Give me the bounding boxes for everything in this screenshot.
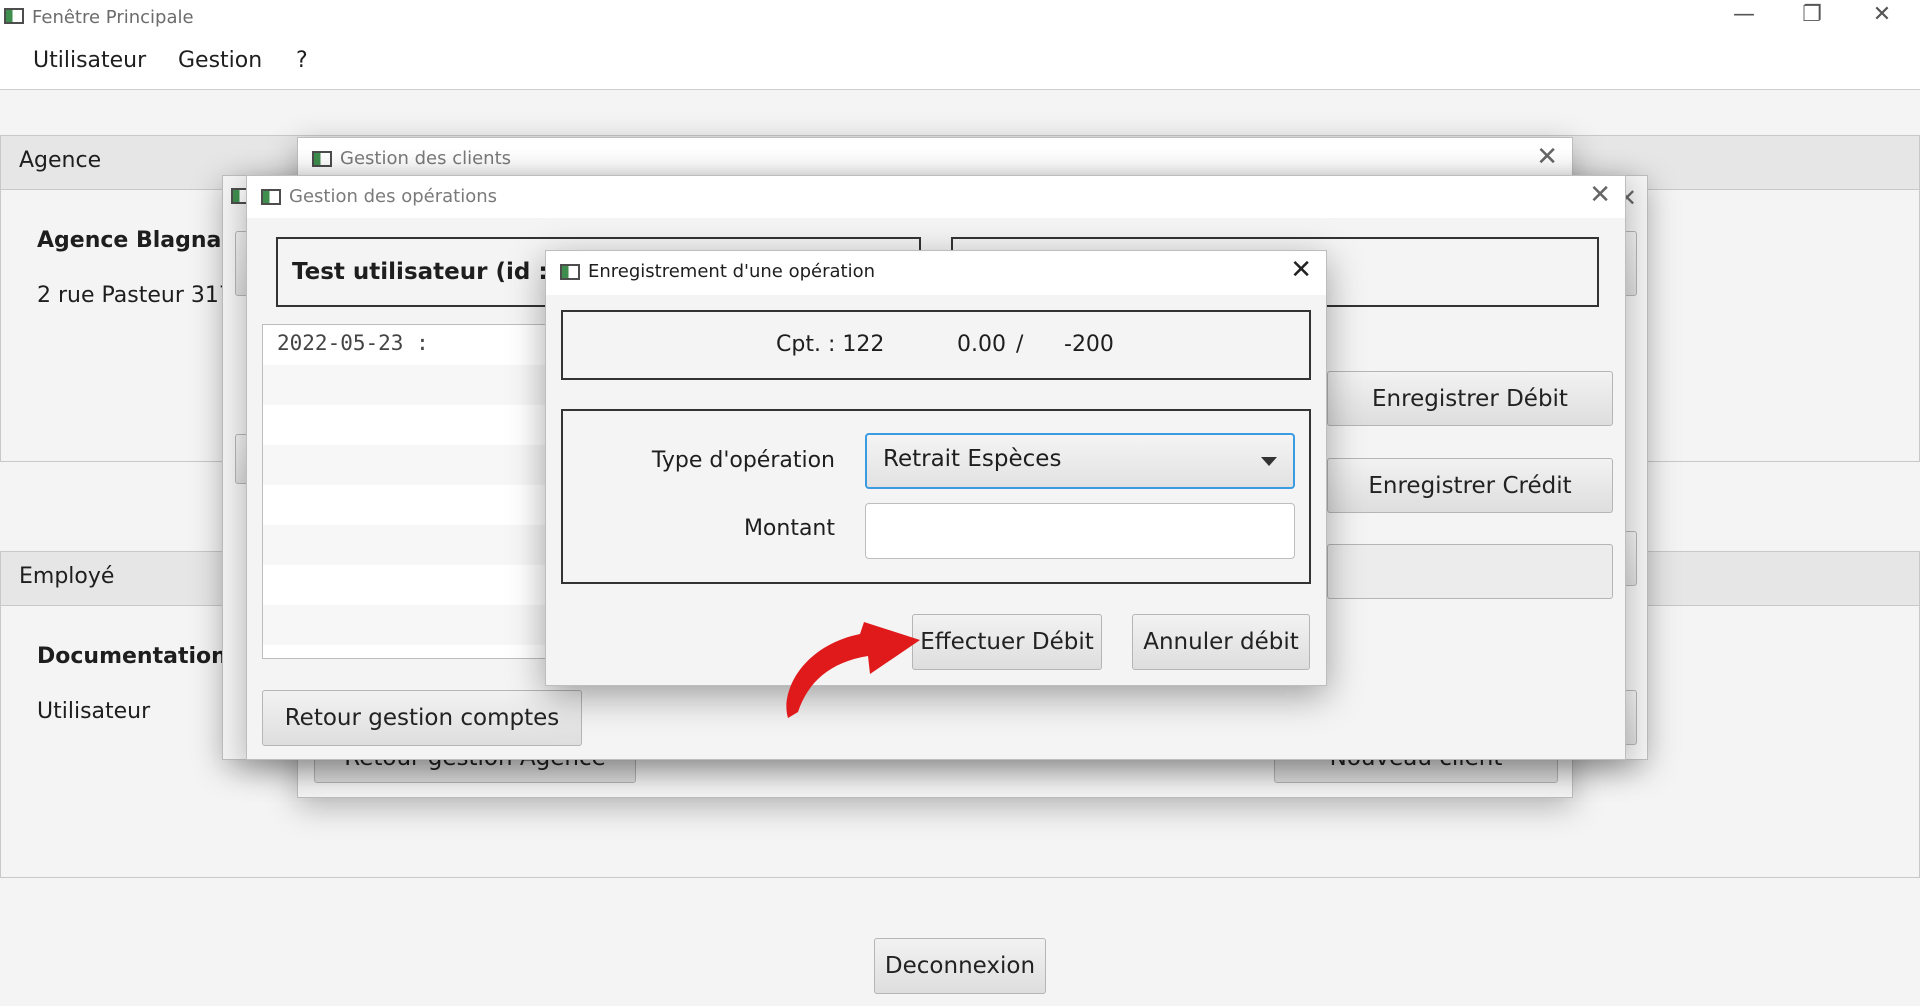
montant-input[interactable] [865, 503, 1295, 559]
menu-help[interactable]: ? [296, 48, 308, 73]
montant-label: Montant [743, 516, 835, 541]
agence-address: 2 rue Pasteur 317 [37, 283, 233, 308]
main-title-bar: Fenêtre Principale — ❐ ✕ [0, 0, 1920, 36]
operations-list[interactable]: 2022-05-23 : [262, 324, 552, 659]
operation-form-box: Type d'opération Retrait Espèces Montant [561, 409, 1311, 584]
operation-dialog: Enregistrement d'une opération ✕ Cpt. : … [545, 250, 1327, 686]
enregistrer-credit-button[interactable]: Enregistrer Crédit [1327, 458, 1613, 513]
clients-window-title: Gestion des clients [340, 148, 512, 169]
enregistrer-debit-button[interactable]: Enregistrer Débit [1327, 371, 1613, 426]
list-item[interactable] [263, 525, 551, 565]
main-window-title: Fenêtre Principale [32, 7, 194, 28]
chevron-down-icon [1261, 457, 1277, 466]
operations-window-title: Gestion des opérations [289, 186, 498, 207]
type-operation-select[interactable]: Retrait Espèces [865, 433, 1295, 489]
close-icon[interactable]: ✕ [1862, 2, 1902, 27]
clients-window-icon [312, 151, 332, 167]
employe-login: Utilisateur [37, 699, 151, 724]
operation-dialog-title: Enregistrement d'une opération [588, 261, 876, 282]
close-icon[interactable]: ✕ [1589, 180, 1611, 210]
employe-role: Documentation [37, 644, 227, 669]
list-item[interactable]: 2022-05-23 : [263, 325, 551, 365]
effectuer-debit-button[interactable]: Effectuer Débit [912, 614, 1102, 670]
menu-gestion[interactable]: Gestion [178, 48, 262, 73]
list-item[interactable] [263, 365, 551, 405]
account-number: Cpt. : 122 [776, 332, 885, 357]
account-summary-box: Cpt. : 122 0.00 / -200 [561, 310, 1311, 380]
menu-bar: Utilisateur Gestion ? [0, 36, 1920, 90]
operations-window-title-bar: Gestion des opérations ✕ [247, 176, 1625, 218]
agence-name: Agence Blagnac [37, 228, 235, 253]
minimize-icon[interactable]: — [1724, 2, 1764, 27]
annuler-debit-button[interactable]: Annuler débit [1132, 614, 1310, 670]
clients-window-title-bar: Gestion des clients ✕ [298, 138, 1572, 180]
menu-utilisateur[interactable]: Utilisateur [33, 48, 146, 73]
list-item[interactable] [263, 405, 551, 445]
list-item[interactable] [263, 445, 551, 485]
operation-dialog-icon [560, 264, 580, 280]
type-operation-value: Retrait Espèces [883, 446, 1062, 472]
app-icon [4, 8, 24, 24]
list-item[interactable] [263, 485, 551, 525]
close-icon[interactable]: ✕ [1536, 142, 1558, 172]
client-label: Test utilisateur (id : 4 [292, 259, 572, 285]
operation-dialog-title-bar: Enregistrement d'une opération ✕ [546, 251, 1326, 295]
list-item[interactable] [263, 605, 551, 645]
deconnexion-button[interactable]: Deconnexion [874, 938, 1046, 994]
operations-window-icon [261, 189, 281, 205]
list-item[interactable] [263, 565, 551, 605]
restore-icon[interactable]: ❐ [1792, 2, 1832, 27]
disabled-action-button [1327, 544, 1613, 599]
overdraft-limit: -200 [1064, 332, 1114, 357]
type-operation-label: Type d'opération [651, 448, 835, 473]
retour-gestion-comptes-button[interactable]: Retour gestion comptes [262, 690, 582, 746]
annotation-arrow-icon [786, 622, 920, 718]
close-icon[interactable]: ✕ [1290, 255, 1312, 285]
balance-separator: / [1016, 332, 1024, 357]
account-balance: 0.00 [957, 332, 1006, 357]
